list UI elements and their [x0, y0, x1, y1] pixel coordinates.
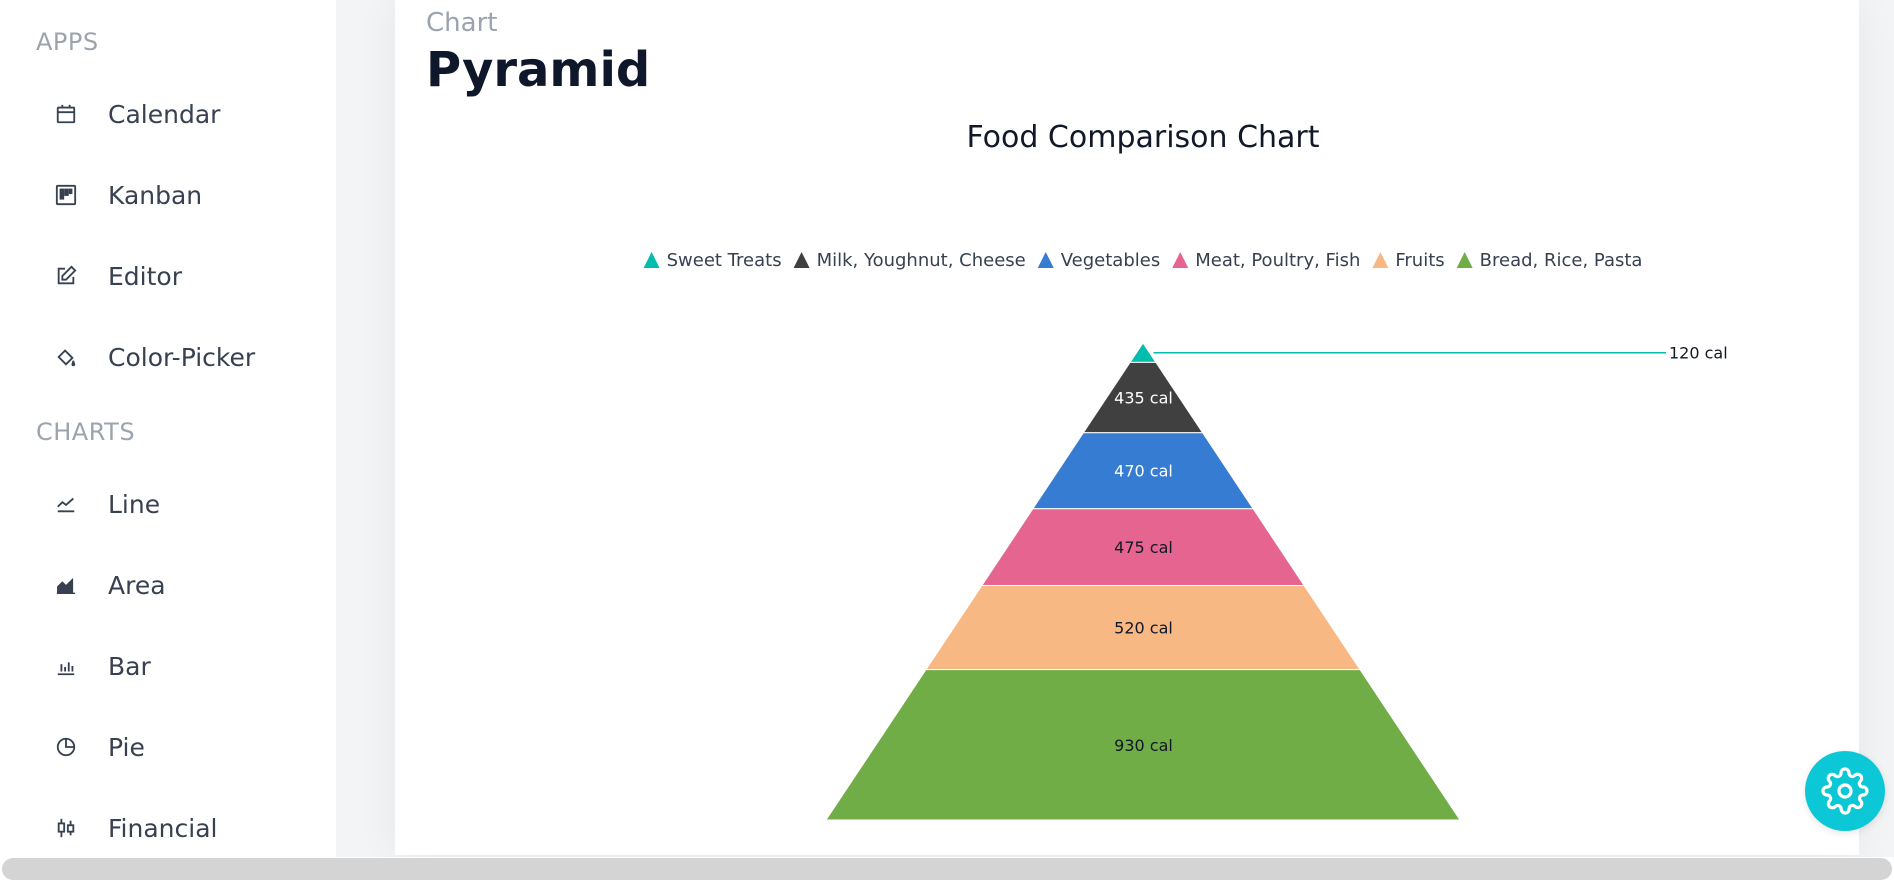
sidebar-item-color-picker[interactable]: Color-Picker	[0, 324, 336, 390]
legend-marker	[1372, 252, 1389, 268]
legend-label: Vegetables	[1061, 250, 1160, 271]
legend-label: Meat, Poultry, Fish	[1195, 250, 1360, 271]
pyramid-chart: Food Comparison Chart Sweet Treats Milk, …	[643, 120, 1728, 821]
data-label: 475 cal	[1114, 538, 1173, 557]
candlestick-icon	[54, 816, 78, 840]
legend-marker	[793, 252, 810, 268]
sidebar-item-financial[interactable]: Financial	[0, 795, 336, 861]
sidebar-item-line[interactable]: Line	[0, 471, 336, 537]
legend-marker	[1037, 252, 1054, 268]
sidebar-item-label: Pie	[108, 732, 145, 762]
kanban-icon	[54, 183, 78, 207]
legend-marker	[643, 252, 660, 268]
sidebar-item-label: Calendar	[108, 99, 221, 129]
pyramid-segment[interactable]	[1129, 342, 1157, 363]
sidebar-item-label: Line	[108, 489, 161, 519]
data-label: 520 cal	[1114, 619, 1173, 638]
sidebar-item-label: Color-Picker	[108, 342, 256, 372]
legend-label: Milk, Youghnut, Cheese	[817, 250, 1026, 271]
sidebar-item-area[interactable]: Area	[0, 552, 336, 618]
legend-label: Fruits	[1395, 250, 1444, 271]
sidebar: APPS Calendar Kanban Editor Color-Picker…	[0, 0, 336, 881]
legend-item[interactable]: Fruits	[1372, 250, 1445, 271]
gear-icon	[1821, 767, 1869, 815]
legend-item[interactable]: Vegetables	[1037, 250, 1160, 271]
area-chart-icon	[54, 573, 78, 597]
legend-item[interactable]: Milk, Youghnut, Cheese	[793, 250, 1026, 271]
sidebar-item-label: Kanban	[108, 180, 203, 210]
legend-marker	[1172, 252, 1189, 268]
sidebar-item-label: Bar	[108, 651, 151, 681]
sidebar-section-charts: CHARTS	[36, 418, 136, 446]
chart-legend: Sweet Treats Milk, Youghnut, Cheese Vegeta…	[643, 250, 1643, 271]
sidebar-item-editor[interactable]: Editor	[0, 243, 336, 309]
sidebar-item-label: Editor	[108, 261, 182, 291]
data-label: 930 cal	[1114, 736, 1173, 755]
data-label: 435 cal	[1114, 389, 1173, 408]
legend-label: Sweet Treats	[667, 250, 782, 271]
edit-icon	[54, 264, 78, 288]
legend-item[interactable]: Sweet Treats	[643, 250, 782, 271]
sidebar-item-calendar[interactable]: Calendar	[0, 81, 336, 147]
sidebar-item-bar[interactable]: Bar	[0, 633, 336, 699]
bar-chart-icon	[54, 654, 78, 678]
sidebar-section-apps: APPS	[36, 28, 99, 56]
paint-bucket-icon	[54, 345, 78, 369]
legend-marker	[1456, 252, 1473, 268]
sidebar-item-label: Area	[108, 570, 166, 600]
chart-title: Food Comparison Chart	[966, 120, 1319, 155]
legend-label: Bread, Rice, Pasta	[1480, 250, 1643, 271]
sidebar-item-pie[interactable]: Pie	[0, 714, 336, 780]
sidebar-item-label: Financial	[108, 813, 218, 843]
calendar-icon	[54, 102, 78, 126]
settings-button[interactable]	[1805, 751, 1885, 831]
legend-item[interactable]: Bread, Rice, Pasta	[1456, 250, 1643, 271]
data-label: 120 cal	[1669, 344, 1728, 363]
sidebar-item-kanban[interactable]: Kanban	[0, 162, 336, 228]
main-content: Chart Pyramid Food Comparison Chart Swee…	[395, 0, 1859, 855]
legend-item[interactable]: Meat, Poultry, Fish	[1172, 250, 1360, 271]
horizontal-scrollbar-thumb[interactable]	[2, 858, 1892, 880]
pie-chart-icon	[54, 735, 78, 759]
data-label: 470 cal	[1114, 462, 1173, 481]
line-chart-icon	[54, 492, 78, 516]
